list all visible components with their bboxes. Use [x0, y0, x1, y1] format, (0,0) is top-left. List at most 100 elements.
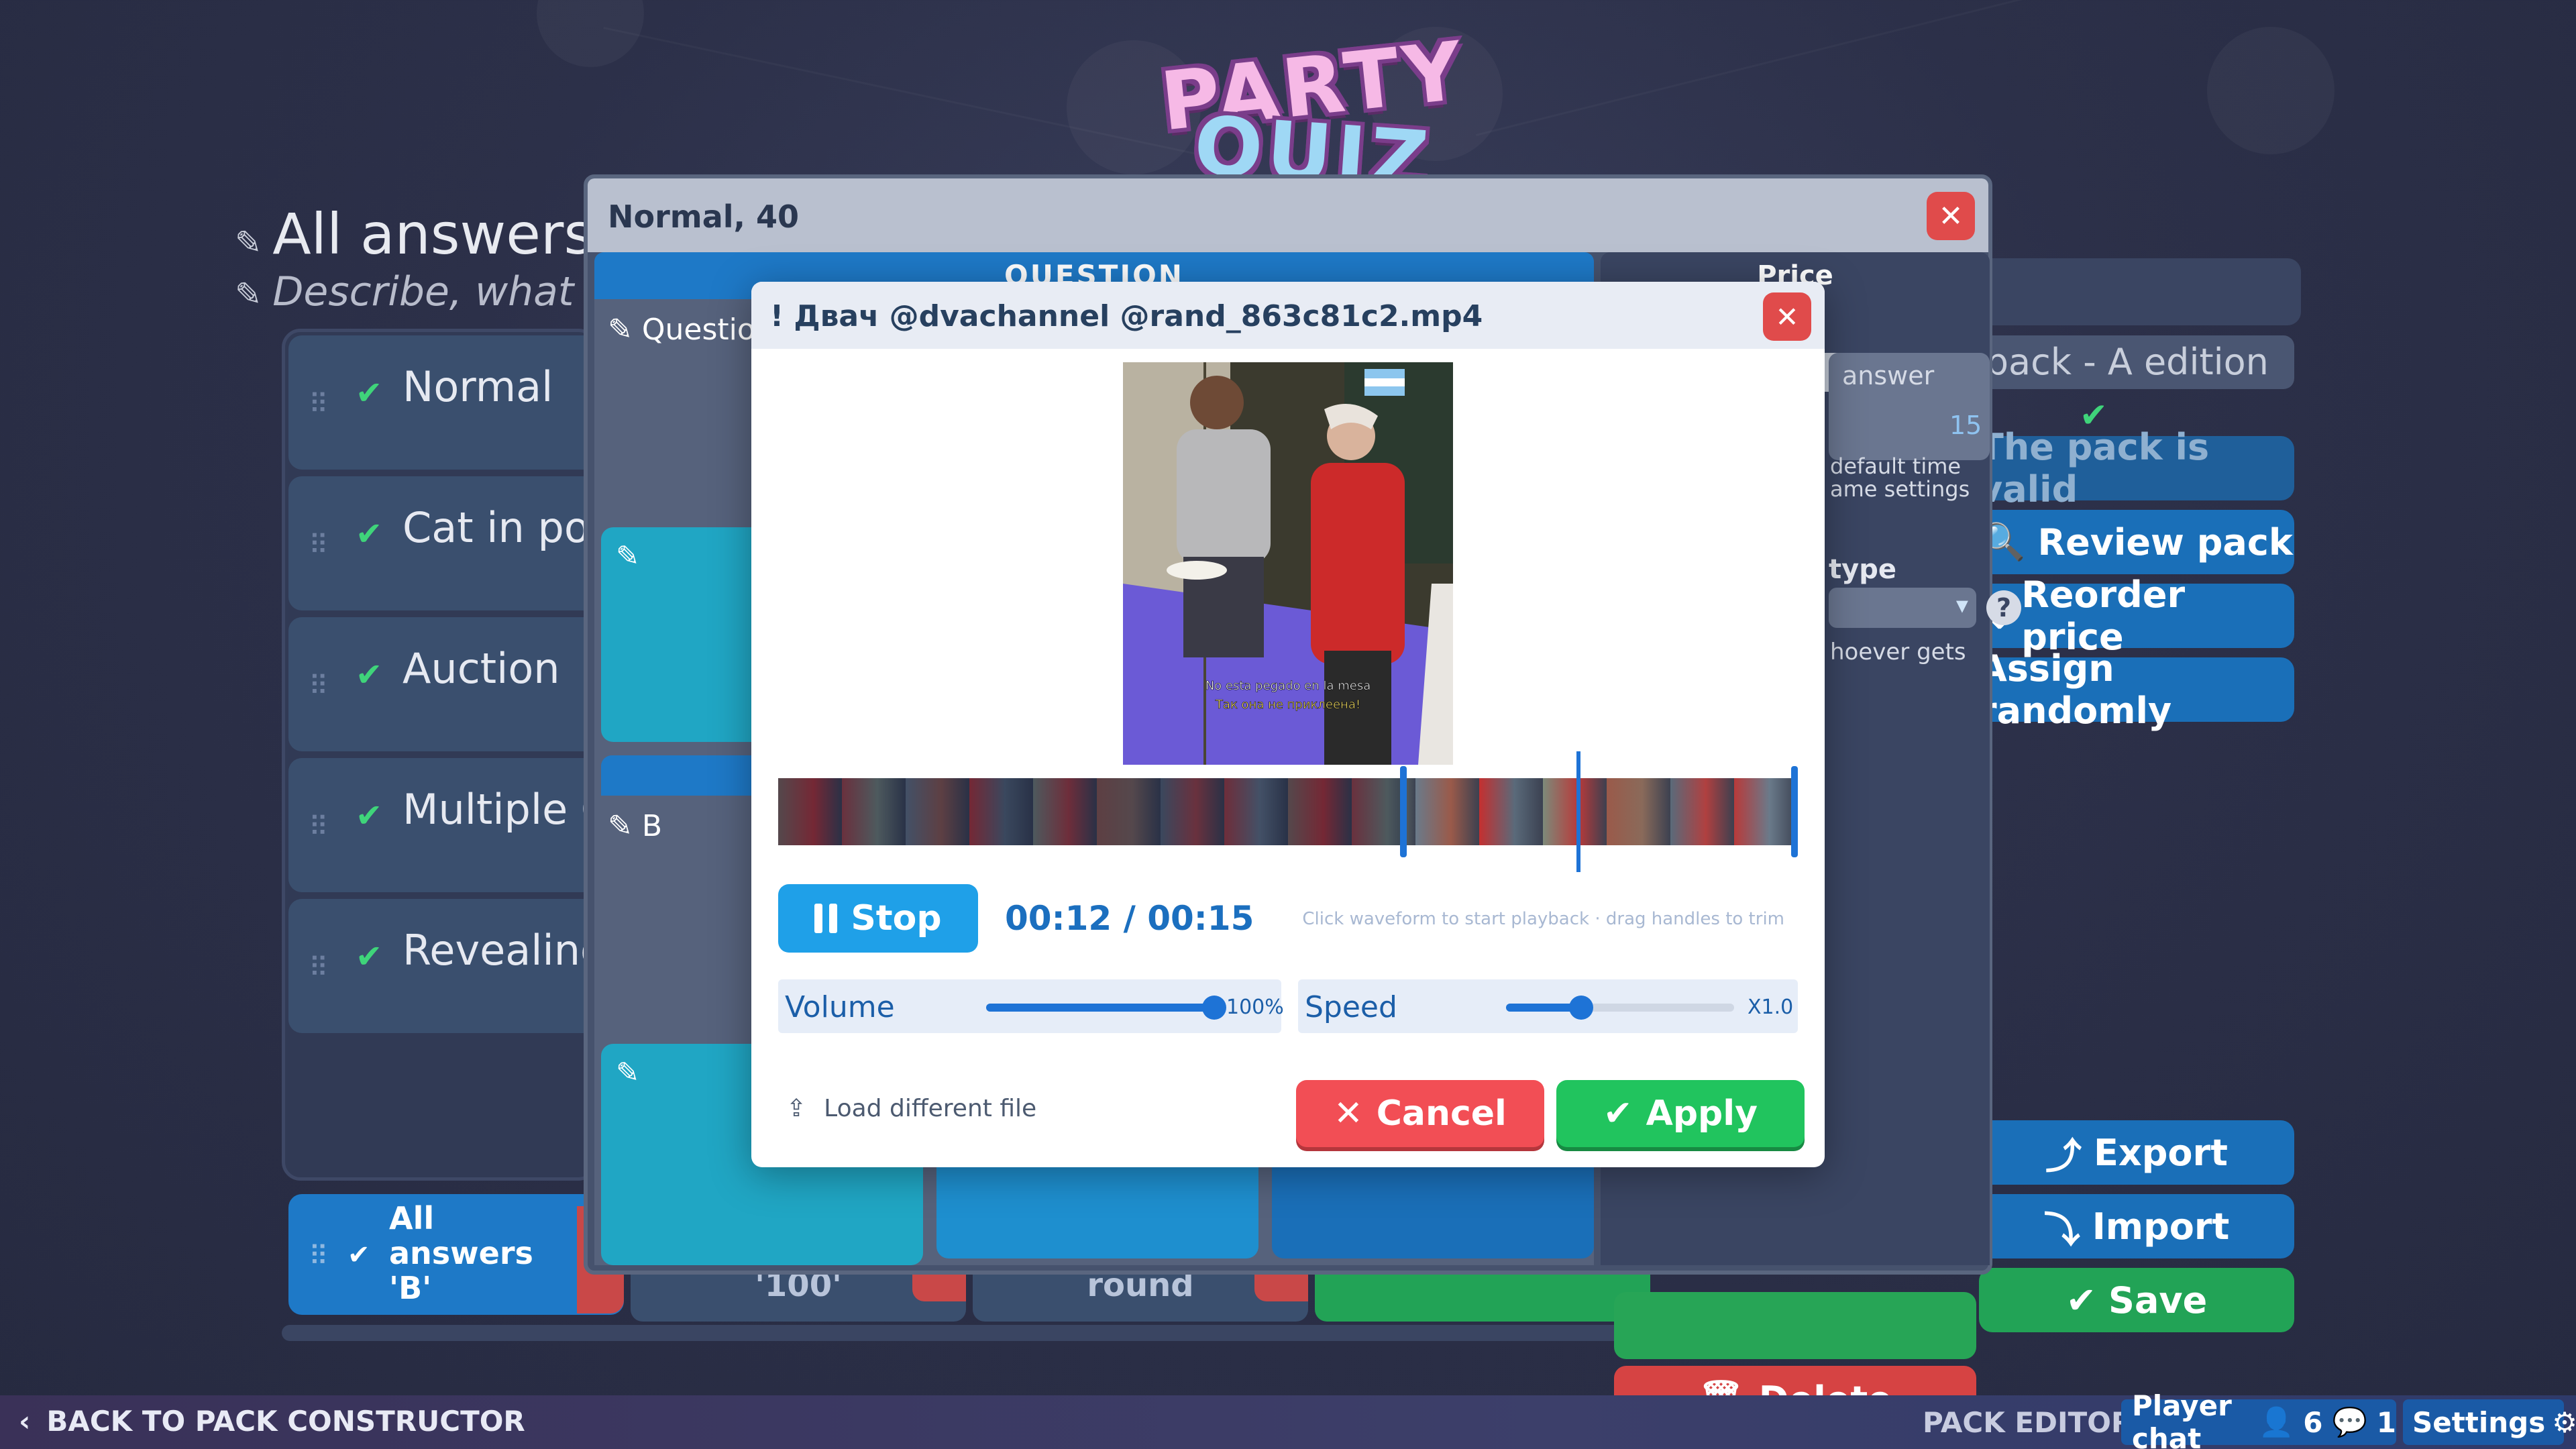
- drag-handle-icon[interactable]: ⠿: [309, 530, 329, 561]
- timeline-thumbnail: [1734, 778, 1798, 845]
- type-label: type: [1829, 554, 1896, 585]
- question-round-active[interactable]: ⠿ ✔ All answers 'B': [288, 1194, 624, 1315]
- settings-button[interactable]: Settings ⚙: [2403, 1399, 2576, 1445]
- check-icon: ✔: [1603, 1093, 1633, 1134]
- drag-handle-icon[interactable]: ⠿: [309, 1241, 328, 1272]
- check-icon: ✔: [2065, 1279, 2097, 1322]
- timeline-thumbnail: [1607, 778, 1671, 845]
- user-icon: 👤: [2258, 1405, 2294, 1438]
- back-to-pack-constructor-link[interactable]: ‹ BACK TO PACK CONSTRUCTOR: [19, 1405, 525, 1438]
- timeline-thumbnail: [1670, 778, 1735, 845]
- video-dialog-header: ! Двач @dvachannel @rand_863c81c2.mp4 ✕: [751, 282, 1825, 349]
- speed-value: X1.0: [1748, 996, 1794, 1019]
- trim-start-handle[interactable]: [1399, 766, 1407, 857]
- import-icon: ⤵: [2043, 1208, 2080, 1251]
- pencil-icon: ✎: [608, 809, 642, 843]
- video-filename: ! Двач @dvachannel @rand_863c81c2.mp4: [770, 299, 1483, 333]
- check-icon: ✔: [356, 515, 383, 553]
- svg-text:No esta pegado en la mesa: No esta pegado en la mesa: [1205, 679, 1371, 693]
- load-different-file-link[interactable]: ⇪ Load different file: [786, 1095, 1036, 1122]
- review-pack-label: Review pack: [2037, 521, 2293, 564]
- check-icon: ✔: [356, 374, 383, 412]
- drag-handle-icon[interactable]: ⠿: [309, 812, 329, 843]
- drag-handle-icon[interactable]: ⠿: [309, 389, 329, 420]
- party-quiz-logo: PARTY QUIZ: [1154, 25, 1470, 209]
- volume-slider-handle[interactable]: [1202, 996, 1226, 1020]
- chevron-left-icon: ‹: [19, 1405, 31, 1438]
- messages-count: 1: [2376, 1405, 2396, 1439]
- assign-randomly-button[interactable]: Assign randomly: [1979, 647, 2294, 732]
- player-chat-button[interactable]: Player chat 👤 6 💬 1: [2121, 1389, 2396, 1449]
- waveform-timeline[interactable]: [778, 778, 1798, 845]
- close-icon: ✕: [1334, 1093, 1363, 1134]
- export-label: Export: [2094, 1131, 2228, 1174]
- drag-handle-icon[interactable]: ⠿: [309, 953, 329, 983]
- trimmed-region-overlay: [778, 778, 1403, 845]
- answer-time-label: answer: [1842, 361, 1935, 390]
- modal-header: Normal, 40 ✕: [588, 178, 1988, 252]
- cancel-button[interactable]: ✕ Cancel: [1296, 1080, 1544, 1147]
- playback-time: 00:12 / 00:15: [1005, 899, 1254, 938]
- type-select[interactable]: ▾: [1829, 588, 1976, 628]
- pencil-icon: ✎: [616, 539, 640, 572]
- pencil-icon: ✎: [235, 276, 262, 313]
- playhead[interactable]: [1576, 751, 1581, 872]
- round-title-text: All answers: [272, 201, 594, 267]
- modal-close-button[interactable]: ✕: [1927, 192, 1975, 240]
- speed-slider-handle[interactable]: [1569, 996, 1594, 1020]
- close-icon: ✕: [1775, 300, 1799, 333]
- round-item[interactable]: ⠿ ✔ Normal: [288, 335, 597, 470]
- volume-value: 100%: [1226, 996, 1284, 1019]
- round-item[interactable]: ⠿ ✔ Cat in pok: [288, 476, 614, 610]
- save-button[interactable]: ✔ Save: [1979, 1268, 2294, 1332]
- modal-title: Normal, 40: [608, 199, 800, 235]
- pencil-icon: ✎: [616, 1056, 640, 1089]
- timeline-thumbnail: [1479, 778, 1544, 845]
- check-icon: ✔: [356, 938, 383, 975]
- question-round-label: All answers 'B': [389, 1200, 533, 1306]
- round-item[interactable]: ⠿ ✔ Revealing: [288, 899, 606, 1033]
- speed-track[interactable]: [1506, 1004, 1734, 1012]
- users-count: 6: [2303, 1405, 2323, 1439]
- apply-button[interactable]: ✔ Apply: [1556, 1080, 1805, 1147]
- round-description[interactable]: ✎ Describe, what t: [235, 268, 602, 315]
- svg-text:Так она не приклеена!: Так она не приклеена!: [1215, 698, 1360, 712]
- check-icon: ✔: [356, 797, 383, 835]
- pack-valid-label: The pack is valid: [1979, 426, 2210, 511]
- round-item-label: Auction: [402, 644, 560, 693]
- round-title[interactable]: ✎ All answers: [235, 201, 593, 267]
- reorder-price-label: Reorder price: [2021, 574, 2186, 658]
- video-preview[interactable]: No esta pegado en la mesa Так она не при…: [1123, 362, 1453, 765]
- import-button[interactable]: ⤵ Import: [1979, 1194, 2294, 1258]
- check-icon: ✔: [356, 656, 383, 694]
- round-item-label: Cat in pok: [402, 503, 614, 552]
- whoever-text: hoever gets: [1830, 639, 1966, 665]
- export-button[interactable]: ⤴ Export: [1979, 1120, 2294, 1185]
- bg-decor-circle: [2207, 27, 2334, 154]
- round-item-label: Normal: [402, 362, 553, 411]
- pack-valid-button: The pack is valid: [1979, 426, 2294, 511]
- answer-time-box[interactable]: answer 15: [1829, 353, 1990, 460]
- drag-handle-icon[interactable]: ⠿: [309, 671, 329, 702]
- speed-control: Speed X1.0: [1298, 979, 1798, 1033]
- close-icon: ✕: [1938, 199, 1964, 233]
- import-label: Import: [2092, 1205, 2230, 1248]
- trim-end-handle[interactable]: [1791, 766, 1798, 857]
- answer-label-text: B: [641, 809, 663, 843]
- video-dialog-close-button[interactable]: ✕: [1763, 292, 1811, 341]
- round-item[interactable]: ⠿ ✔ Multiple C: [288, 758, 610, 892]
- review-pack-button[interactable]: 🔍 Review pack: [1979, 510, 2294, 574]
- help-icon[interactable]: ?: [1986, 590, 2021, 625]
- round-description-text: Describe, what t: [272, 268, 603, 315]
- stop-button[interactable]: Stop: [778, 884, 978, 953]
- volume-track[interactable]: [986, 1004, 1214, 1012]
- pencil-icon: ✎: [235, 224, 262, 262]
- reorder-price-button[interactable]: ⇅Reorder price: [1979, 574, 2294, 658]
- round-item[interactable]: ⠿ ✔ Auction: [288, 617, 597, 751]
- video-frame-image: No esta pegado en la mesa Так она не при…: [1123, 362, 1453, 765]
- check-icon: ✔: [347, 1240, 370, 1271]
- bottom-bar: ‹ BACK TO PACK CONSTRUCTOR PACK EDITOR P…: [0, 1389, 2576, 1449]
- confirm-price-button[interactable]: [1614, 1292, 1976, 1359]
- pause-icon: [814, 904, 838, 933]
- video-trim-dialog: ! Двач @dvachannel @rand_863c81c2.mp4 ✕ …: [751, 282, 1825, 1167]
